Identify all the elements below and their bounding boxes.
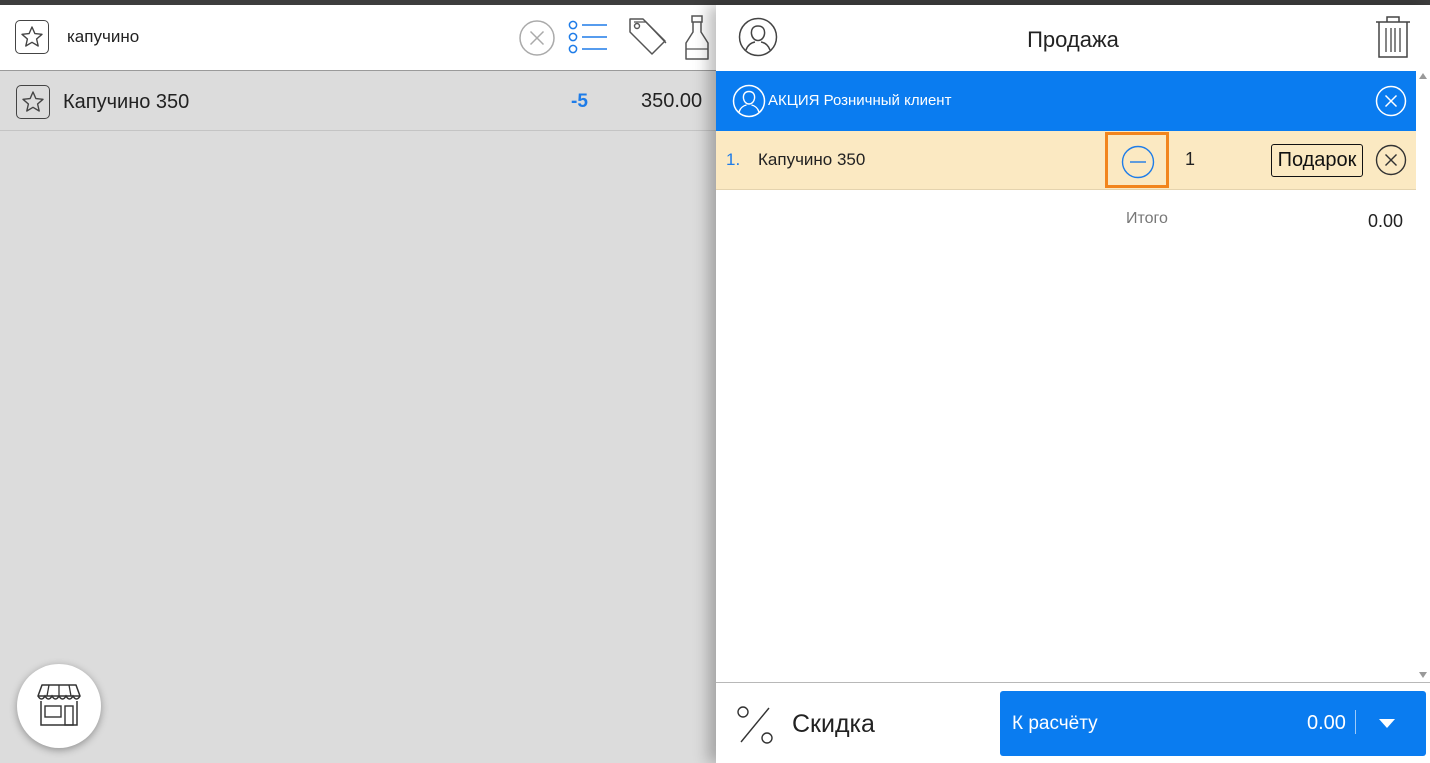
favorites-toggle-button[interactable]	[15, 20, 49, 54]
search-bar: капучино	[0, 5, 716, 71]
receipt-scrollbar[interactable]	[1416, 71, 1430, 682]
total-value: 0.00	[1368, 211, 1404, 231]
percent-icon[interactable]	[736, 705, 774, 745]
remove-item-icon[interactable]	[1375, 144, 1407, 176]
store-icon	[37, 684, 81, 726]
star-icon	[22, 91, 44, 112]
customer-icon	[732, 84, 766, 118]
sale-footer: Скидка К расчёту 0.00	[716, 682, 1430, 763]
page-title: Продажа	[1027, 27, 1119, 52]
search-input[interactable]: капучино	[67, 27, 139, 47]
clear-search-icon[interactable]	[518, 19, 556, 57]
checkout-amount: 0.00	[1307, 712, 1346, 734]
remove-client-icon[interactable]	[1375, 85, 1407, 117]
product-stock: -5	[571, 91, 588, 112]
sale-header: Продажа	[716, 5, 1430, 71]
favorite-toggle-button[interactable]	[16, 85, 50, 119]
product-price: 350.00	[641, 90, 703, 112]
store-button[interactable]	[17, 664, 101, 748]
list-view-icon[interactable]	[567, 19, 609, 55]
line-item-quantity: 1	[1185, 149, 1196, 169]
decrease-quantity-button[interactable]	[1105, 132, 1169, 188]
checkout-button[interactable]: К расчёту 0.00	[1000, 691, 1426, 756]
bottle-icon[interactable]	[683, 15, 711, 61]
chevron-down-icon[interactable]	[1379, 719, 1395, 728]
client-bar[interactable]: АКЦИЯ Розничный клиент	[716, 71, 1416, 131]
product-name: Капучино 350	[63, 91, 190, 113]
minus-icon	[1121, 145, 1155, 179]
product-list-item[interactable]: Капучино 350 -5 350.00	[0, 71, 716, 131]
checkout-divider	[1355, 710, 1356, 734]
discount-button[interactable]: Скидка	[792, 710, 875, 739]
scroll-down-arrow-icon[interactable]	[1419, 672, 1427, 678]
client-name: АКЦИЯ Розничный клиент	[768, 92, 952, 109]
line-number: 1.	[726, 150, 741, 169]
gift-button[interactable]: Подарок	[1271, 144, 1363, 177]
checkout-label: К расчёту	[1012, 713, 1098, 734]
line-item-name: Капучино 350	[758, 150, 866, 169]
star-icon	[21, 26, 43, 47]
receipt-line-item[interactable]: 1. Капучино 350 1 Подарок	[716, 131, 1416, 190]
trash-icon[interactable]	[1375, 15, 1411, 59]
sale-panel: Продажа АКЦИЯ Розничный клиент 1. Капучи…	[716, 5, 1430, 763]
total-label: Итого	[1126, 210, 1168, 227]
product-search-panel: капучино Капучино 350 -5 350.00	[0, 5, 716, 763]
scroll-up-arrow-icon[interactable]	[1419, 73, 1427, 79]
price-tag-icon[interactable]	[627, 16, 669, 58]
